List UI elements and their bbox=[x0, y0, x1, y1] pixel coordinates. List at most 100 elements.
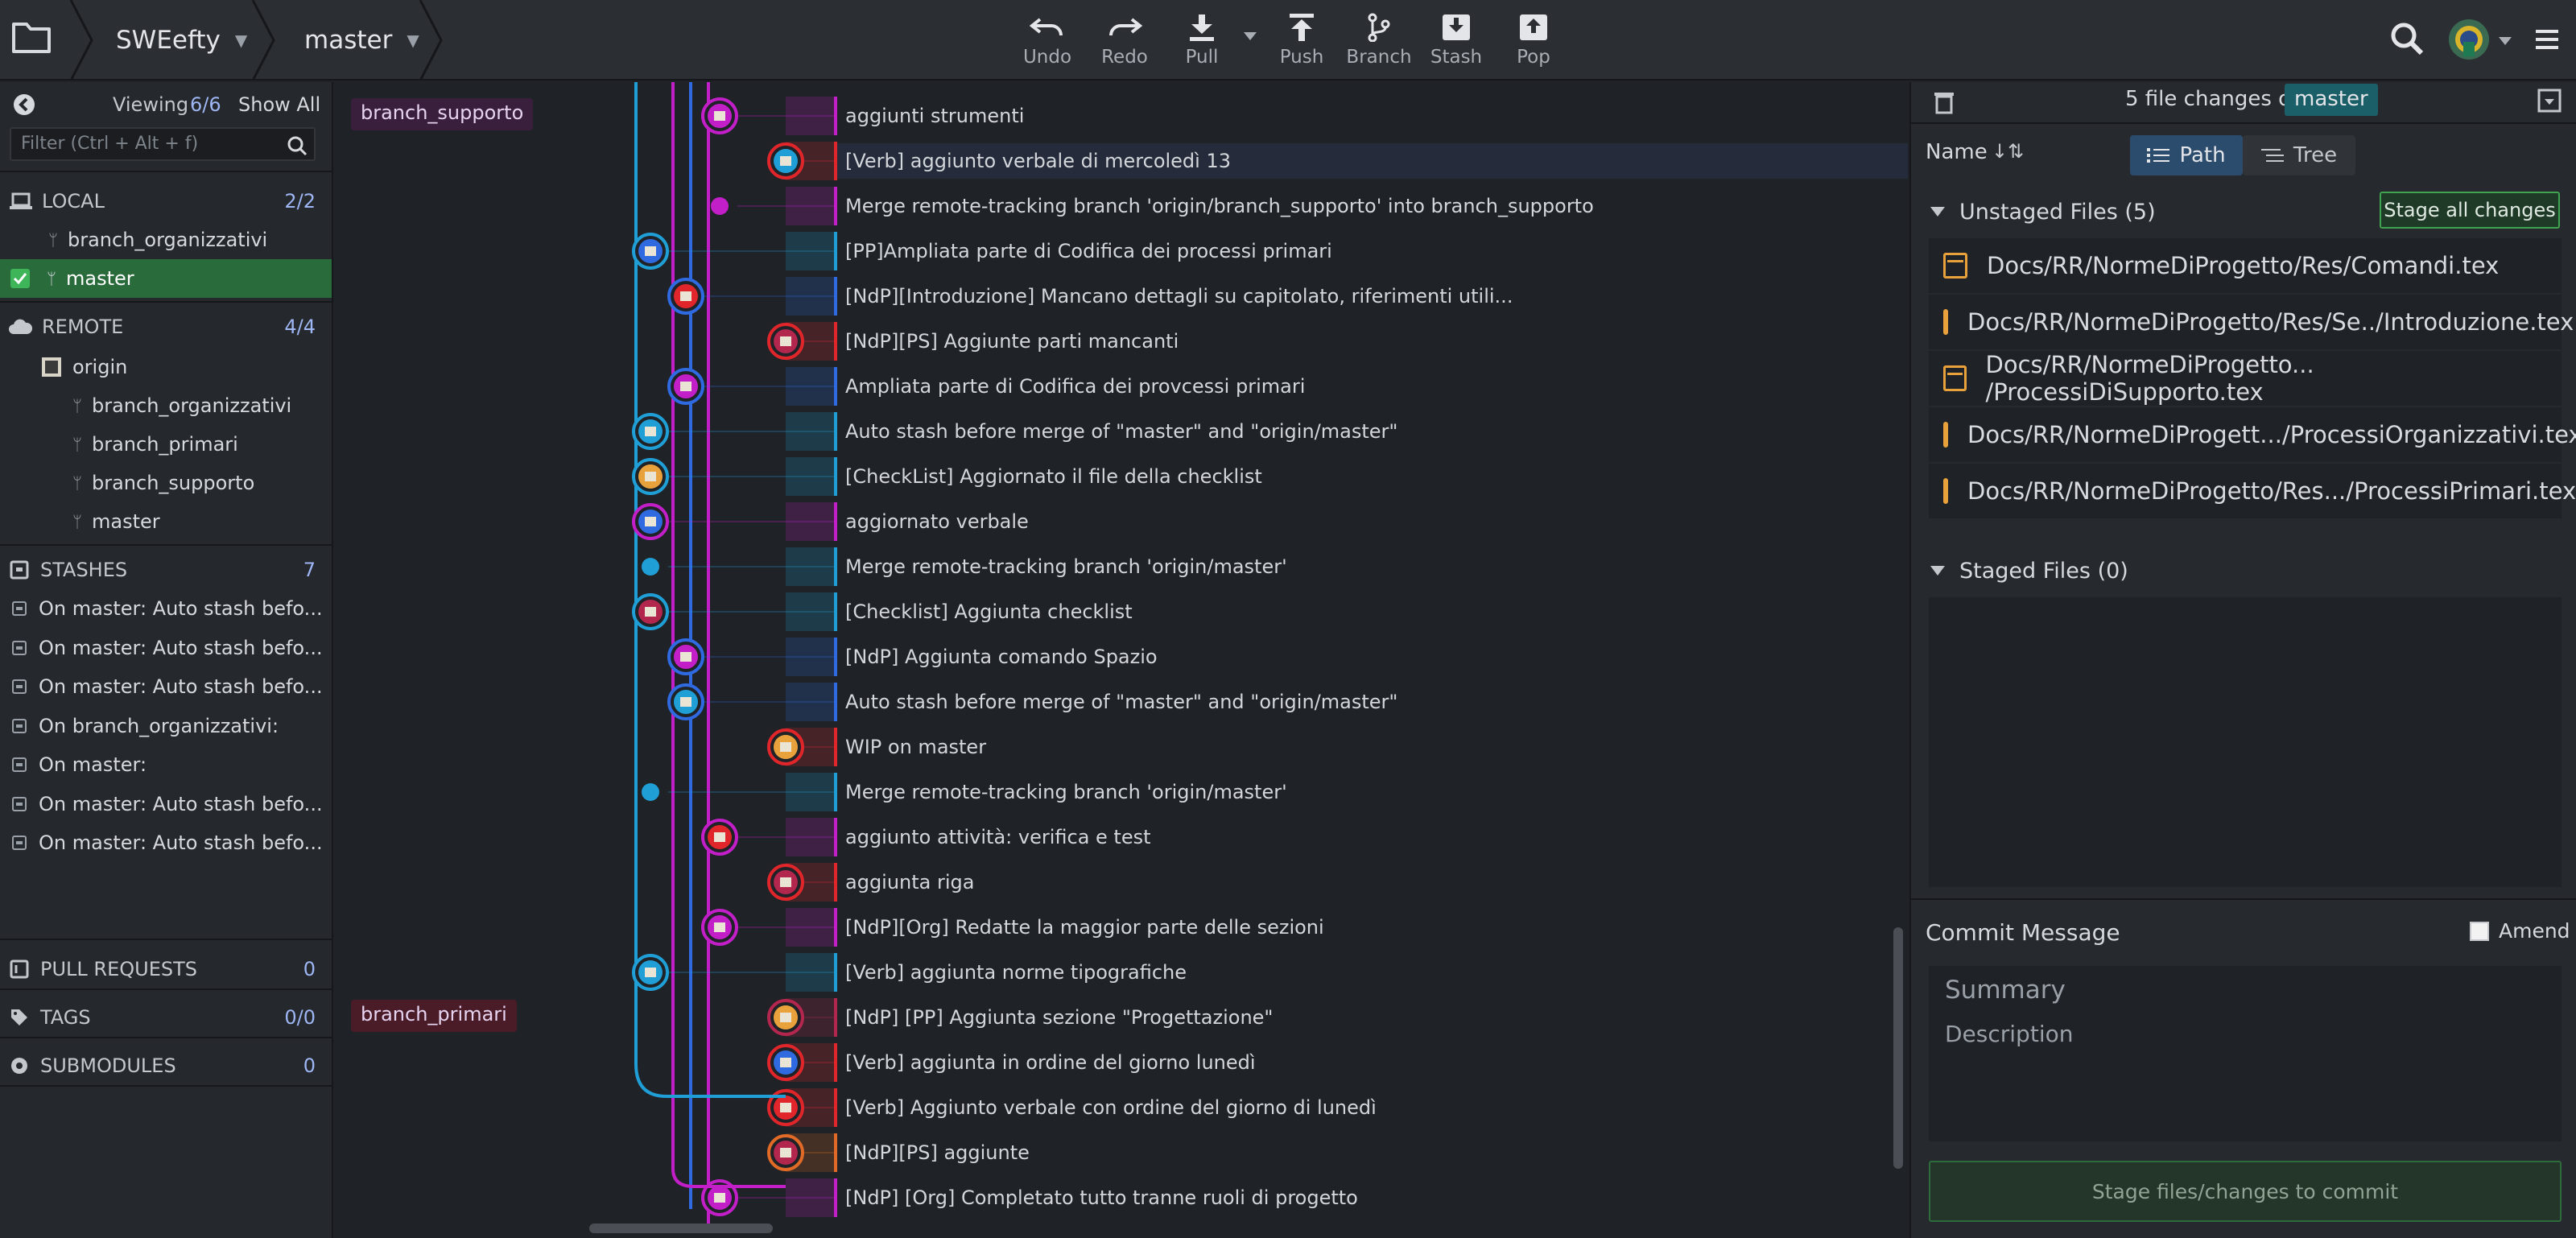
trash-icon[interactable] bbox=[1934, 90, 1955, 114]
path-view-button[interactable]: Path bbox=[2130, 135, 2243, 175]
remote-origin-label: origin bbox=[72, 356, 128, 378]
back-icon[interactable] bbox=[13, 93, 35, 116]
chevron-down-icon[interactable] bbox=[2497, 35, 2513, 47]
tree-view-label: Tree bbox=[2293, 143, 2338, 167]
summary-input[interactable]: Summary bbox=[1929, 966, 2562, 1016]
commit-button[interactable]: Stage files/changes to commit bbox=[1929, 1161, 2562, 1222]
commit-avatar-icon bbox=[767, 864, 804, 901]
unstaged-file-item[interactable]: Docs/RR/NormeDiProgetto/Res.../ProcessiP… bbox=[1929, 464, 2576, 518]
redo-button[interactable]: Redo bbox=[1080, 10, 1169, 74]
show-all-link[interactable]: Show All bbox=[238, 93, 320, 116]
commit-avatar-icon bbox=[632, 233, 669, 270]
vertical-scrollbar[interactable] bbox=[1893, 927, 1903, 1169]
commit-avatar-icon bbox=[701, 819, 738, 856]
tags-title: TAGS bbox=[40, 1006, 91, 1029]
stash-item[interactable]: On master: Auto stash befo... bbox=[0, 629, 332, 667]
stash-label: On master: Auto stash befo... bbox=[39, 792, 323, 815]
search-icon[interactable] bbox=[2389, 21, 2425, 60]
undo-button[interactable]: Undo bbox=[1003, 10, 1092, 74]
staged-files-header[interactable]: Staged Files (0) bbox=[1926, 551, 2562, 591]
commit-avatar-icon bbox=[767, 1044, 804, 1081]
horizontal-scrollbar[interactable] bbox=[589, 1224, 773, 1233]
branch-icon: ᛘ bbox=[47, 269, 56, 288]
unstaged-file-item[interactable]: Docs/RR/NormeDiProgetto/Res/Comandi.tex bbox=[1929, 238, 2562, 293]
redo-icon bbox=[1109, 18, 1143, 36]
branch-icon: ᛘ bbox=[48, 230, 58, 250]
stash-item[interactable]: On master: bbox=[0, 745, 332, 784]
local-section-header[interactable]: LOCAL 2/2 bbox=[0, 182, 332, 221]
push-icon bbox=[1290, 14, 1314, 41]
repo-selector[interactable]: SWEefty ▼ bbox=[116, 0, 247, 80]
branch-label-text: branch_supporto bbox=[361, 101, 524, 124]
stash-icon bbox=[12, 640, 27, 655]
stage-all-button[interactable]: Stage all changes bbox=[2380, 192, 2560, 229]
download-icon[interactable] bbox=[2537, 89, 2562, 113]
amend-checkbox[interactable]: Amend bbox=[2470, 919, 2570, 943]
branch-label-primari[interactable]: branch_primari bbox=[351, 1000, 517, 1032]
local-branch-item-active[interactable]: ᛘ master bbox=[0, 259, 332, 298]
menu-icon[interactable] bbox=[2534, 27, 2560, 55]
list-icon bbox=[2147, 148, 2170, 163]
commit-avatar-icon bbox=[667, 638, 704, 675]
stashes-section-header[interactable]: STASHES 7 bbox=[0, 551, 332, 589]
stash-item[interactable]: On master: Auto stash befo... bbox=[0, 667, 332, 706]
commit-graph[interactable]: aggiunti strumenti [Verb] aggiunto verbal… bbox=[335, 82, 1908, 1238]
commit-avatar-icon bbox=[632, 503, 669, 540]
commit-avatar-icon bbox=[632, 954, 669, 991]
branch-label-supporto[interactable]: branch_supporto bbox=[351, 98, 534, 130]
branch-button[interactable]: Branch bbox=[1335, 10, 1423, 74]
pull-icon bbox=[1190, 14, 1214, 41]
submodules-section-header[interactable]: SUBMODULES 0 bbox=[0, 1046, 332, 1085]
file-path: Docs/RR/NormeDiProgetto/Res/Comandi.tex bbox=[1987, 252, 2500, 279]
stash-icon bbox=[12, 718, 27, 733]
unstaged-file-item[interactable]: Docs/RR/NormeDiProgetto... /ProcessiDiSu… bbox=[1929, 351, 2562, 406]
sort-name-label[interactable]: Name bbox=[1926, 140, 1988, 164]
remote-origin-item[interactable]: origin bbox=[0, 348, 332, 386]
toolbar: SWEefty ▼ master ▼ Undo Redo Pull Push B… bbox=[0, 0, 2576, 80]
folder-icon[interactable] bbox=[11, 19, 60, 61]
description-input[interactable]: Description bbox=[1929, 1016, 2562, 1141]
tags-section-header[interactable]: TAGS 0/0 bbox=[0, 998, 332, 1037]
stash-button[interactable]: Stash bbox=[1412, 10, 1501, 74]
remote-branch-item[interactable]: ᛘ branch_organizzativi bbox=[0, 386, 332, 425]
pull-requests-title: PULL REQUESTS bbox=[40, 958, 197, 980]
stashes-count: 7 bbox=[303, 559, 316, 581]
file-path: Docs/RR/NormeDiProgetto/Res.../ProcessiP… bbox=[1967, 477, 2576, 505]
stash-label: Stash bbox=[1430, 47, 1483, 68]
local-branch-item[interactable]: ᛘ branch_organizzativi bbox=[0, 221, 332, 259]
stash-item[interactable]: On master: Auto stash befo... bbox=[0, 589, 332, 628]
branch-label: Branch bbox=[1346, 47, 1412, 68]
viewing-count: 6/6 bbox=[190, 93, 221, 116]
tree-view-button[interactable]: Tree bbox=[2243, 135, 2355, 175]
filter-input[interactable]: Filter (Ctrl + Alt + f) bbox=[10, 127, 316, 161]
breadcrumb-separator bbox=[69, 0, 93, 80]
pop-button[interactable]: Pop bbox=[1489, 10, 1578, 74]
pull-request-icon bbox=[10, 959, 29, 979]
remote-title: REMOTE bbox=[42, 316, 124, 338]
pull-requests-section-header[interactable]: PULL REQUESTS 0 bbox=[0, 950, 332, 988]
stash-item[interactable]: On master: Auto stash befo... bbox=[0, 785, 332, 823]
remote-branch-item[interactable]: ᛘ master bbox=[0, 502, 332, 541]
commit-avatar-icon bbox=[632, 593, 669, 630]
collapse-arrow-icon bbox=[1930, 207, 1945, 217]
stash-item[interactable]: On branch_organizzativi: bbox=[0, 707, 332, 745]
remote-section-header[interactable]: REMOTE 4/4 bbox=[0, 307, 332, 346]
stash-icon bbox=[12, 757, 27, 772]
avatar[interactable] bbox=[2447, 18, 2491, 64]
right-panel: 5 file changes on master Name ↓⇅ Path Tr… bbox=[1909, 82, 2576, 1238]
commit-avatar-icon bbox=[767, 1134, 804, 1171]
remote-branch-item[interactable]: ᛘ branch_primari bbox=[0, 425, 332, 464]
stash-item[interactable]: On master: Auto stash befo... bbox=[0, 823, 332, 862]
unstaged-file-item[interactable]: Docs/RR/NormeDiProgetto/Res/Se../Introdu… bbox=[1929, 295, 2574, 349]
push-button[interactable]: Push bbox=[1257, 10, 1346, 74]
breadcrumb-separator bbox=[251, 0, 275, 80]
commit-avatar-icon bbox=[667, 368, 704, 405]
sort-icon[interactable]: ↓⇅ bbox=[1992, 140, 2024, 163]
remote-branch-item[interactable]: ᛘ branch_supporto bbox=[0, 464, 332, 502]
submodule-icon bbox=[11, 1058, 27, 1074]
modified-file-icon bbox=[1943, 478, 1948, 504]
remote-branch-label: branch_supporto bbox=[92, 472, 255, 494]
branch-selector[interactable]: master ▼ bbox=[304, 0, 419, 80]
repo-name: SWEefty bbox=[116, 26, 221, 55]
unstaged-file-item[interactable]: Docs/RR/NormeDiProgett.../ProcessiOrgani… bbox=[1929, 407, 2576, 462]
